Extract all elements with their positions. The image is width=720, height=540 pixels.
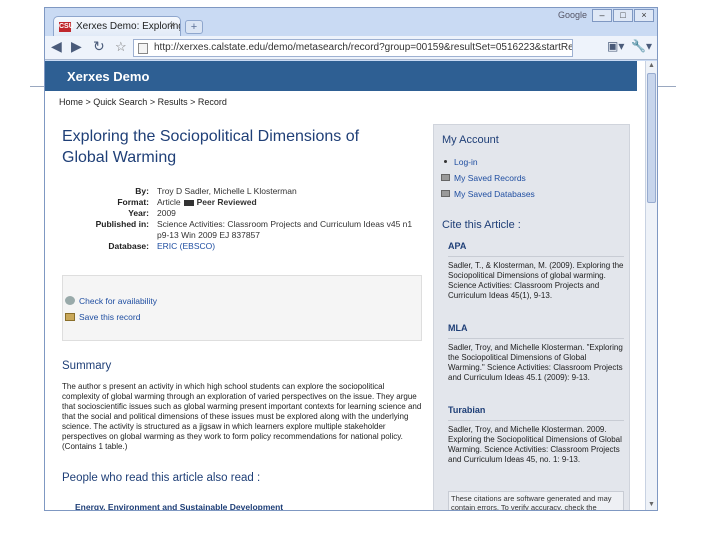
wrench-menu-icon[interactable]: 🔧▾ <box>631 39 652 53</box>
scroll-down-icon[interactable]: ▼ <box>647 501 656 510</box>
save-record-link[interactable]: Save this record <box>65 312 140 322</box>
back-button[interactable]: ◀ <box>51 38 62 55</box>
also-read-item[interactable]: Energy, Environment and Sustainable Deve… <box>75 502 283 510</box>
graduation-cap-icon <box>183 199 194 206</box>
browser-window: CSU Xerxes Demo: Exploring th × + Google… <box>44 7 658 511</box>
page-content: Xerxes Demo Home > Quick Search > Result… <box>45 61 647 510</box>
favicon-icon: CSU <box>59 22 74 32</box>
title-bar: CSU Xerxes Demo: Exploring th × + Google… <box>45 8 657 36</box>
vertical-scrollbar[interactable]: ▲ ▼ <box>645 61 657 510</box>
peer-reviewed-badge: Peer Reviewed <box>196 197 257 207</box>
login-link[interactable]: Log-in <box>444 157 478 167</box>
reload-button[interactable]: ↻ <box>93 38 105 55</box>
saved-records-link[interactable]: My Saved Records <box>441 173 526 183</box>
tab-close-icon[interactable]: × <box>169 20 175 31</box>
browser-toolbar: ◀ ▶ ↻ ☆ http://xerxes.calstate.edu/demo/… <box>45 36 657 60</box>
page-icon <box>138 43 148 54</box>
bookmark-star-icon[interactable]: ☆ <box>115 39 127 55</box>
citation-mla: MLA Sadler, Troy, and Michelle Klosterma… <box>448 323 624 382</box>
slide-rule-left <box>30 86 44 87</box>
summary-heading: Summary <box>62 360 112 372</box>
sidebar: My Account Log-in My Saved Records My Sa… <box>433 124 630 510</box>
breadcrumb-record: Record <box>197 97 227 107</box>
cite-heading: Cite this Article : <box>442 219 521 231</box>
brand-label: Google <box>557 10 587 20</box>
browser-tab[interactable]: CSU Xerxes Demo: Exploring th × <box>53 16 181 36</box>
breadcrumb-home[interactable]: Home <box>59 97 83 107</box>
citation-disclaimer: These citations are software generated a… <box>448 491 624 510</box>
folder-icon <box>441 190 450 197</box>
citation-apa: APA Sadler, T., & Klosterman, M. (2009).… <box>448 241 624 300</box>
page-menu-icon[interactable]: ▣▾ <box>607 39 624 53</box>
site-banner: Xerxes Demo <box>45 61 637 91</box>
forward-button[interactable]: ▶ <box>71 38 82 55</box>
address-bar[interactable]: http://xerxes.calstate.edu/demo/metasear… <box>133 39 573 57</box>
my-account-heading: My Account <box>442 134 499 146</box>
database-link[interactable]: ERIC (EBSCO) <box>157 241 417 251</box>
availability-icon <box>65 296 75 305</box>
folder-icon <box>65 313 75 321</box>
breadcrumb: Home > Quick Search > Results > Record <box>59 97 227 107</box>
new-tab-button[interactable]: + <box>185 20 203 34</box>
breadcrumb-quick-search[interactable]: Quick Search <box>93 97 147 107</box>
also-read-heading: People who read this article also read : <box>62 472 261 484</box>
url-text: http://xerxes.calstate.edu/demo/metasear… <box>154 42 573 53</box>
maximize-button[interactable]: □ <box>613 9 633 22</box>
bullet-icon <box>444 160 447 163</box>
check-availability-link[interactable]: Check for availability <box>65 296 157 306</box>
close-window-button[interactable]: × <box>634 9 654 22</box>
summary-text: The author s present an activity in whic… <box>62 382 422 451</box>
citation-turabian: Turabian Sadler, Troy, and Michelle Klos… <box>448 405 624 465</box>
scroll-up-icon[interactable]: ▲ <box>647 62 656 71</box>
breadcrumb-results[interactable]: Results <box>158 97 188 107</box>
minimize-button[interactable]: – <box>592 9 612 22</box>
record-actions: Check for availability Save this record <box>62 275 422 341</box>
folder-icon <box>441 174 450 181</box>
tab-title: Xerxes Demo: Exploring th <box>76 21 181 32</box>
saved-databases-link[interactable]: My Saved Databases <box>441 189 535 199</box>
scroll-thumb[interactable] <box>647 73 656 203</box>
page-title: Exploring the Sociopolitical Dimensions … <box>62 128 360 166</box>
